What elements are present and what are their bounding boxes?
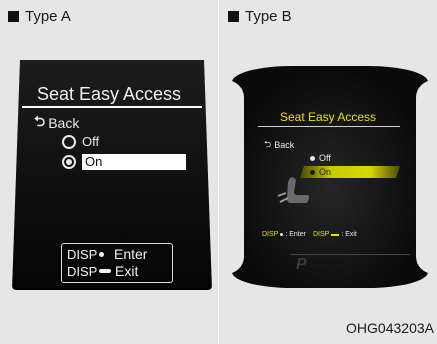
radio-unselected-icon bbox=[62, 134, 76, 149]
type-a-back-label: Back bbox=[48, 115, 80, 131]
legend-disp-label: DISP bbox=[67, 263, 98, 279]
seat-icon bbox=[277, 177, 310, 203]
radio-selected-icon bbox=[62, 155, 76, 169]
type-b-back-item[interactable]: ⮌ Back bbox=[264, 137, 294, 153]
legend-exit-label: Exit bbox=[115, 263, 139, 279]
type-a-button-legend: DISP Enter DISP Exit bbox=[61, 243, 173, 283]
type-b-back-label: Back bbox=[274, 140, 295, 150]
type-b-title-rule bbox=[258, 126, 400, 127]
figure-code: OHG043203A bbox=[346, 320, 434, 336]
square-bullet-icon bbox=[8, 11, 19, 22]
legend-disp-label: DISP bbox=[67, 246, 98, 262]
return-arrow-icon: ⮌ bbox=[34, 113, 46, 129]
type-a-back-item[interactable]: ⮌ Back bbox=[34, 111, 79, 135]
radio-dot-icon bbox=[310, 155, 315, 161]
type-a-heading: Type A bbox=[8, 8, 71, 25]
gear-position-indicator: P bbox=[296, 256, 307, 273]
short-press-dot-icon bbox=[99, 251, 104, 257]
return-arrow-icon: ⮌ bbox=[264, 139, 272, 149]
type-a-option-off[interactable]: Off bbox=[62, 134, 99, 149]
type-a-title: Seat Easy Access bbox=[36, 84, 182, 104]
type-a-label: Type A bbox=[25, 8, 71, 25]
type-b-title: Seat Easy Access bbox=[279, 110, 377, 124]
type-b-button-legend: DISP : Enter DISP : Exit bbox=[262, 231, 402, 238]
short-press-dot-icon bbox=[280, 233, 284, 236]
type-b-label: Type B bbox=[245, 8, 292, 25]
legend-enter-label: : Enter bbox=[285, 231, 306, 238]
long-press-bar-icon bbox=[99, 269, 111, 273]
type-b-on-label: On bbox=[319, 167, 332, 177]
radio-dot-icon bbox=[310, 169, 315, 175]
legend-enter-row: DISP Enter bbox=[67, 246, 169, 262]
type-b-option-off[interactable]: Off bbox=[310, 153, 331, 163]
legend-exit-row: DISP Exit bbox=[67, 263, 169, 279]
type-a-title-rule bbox=[22, 106, 202, 108]
panel-divider bbox=[218, 0, 219, 344]
legend-exit-label: : Exit bbox=[341, 231, 357, 238]
legend-enter-label: Enter bbox=[114, 246, 148, 262]
square-bullet-icon bbox=[228, 11, 239, 22]
type-b-off-label: Off bbox=[319, 153, 331, 163]
type-b-option-on[interactable]: On bbox=[310, 167, 331, 177]
long-press-bar-icon bbox=[331, 233, 340, 236]
legend-disp-label: DISP bbox=[312, 231, 330, 238]
type-b-heading: Type B bbox=[228, 8, 292, 25]
type-a-on-label: On bbox=[82, 154, 186, 170]
type-a-off-label: Off bbox=[82, 134, 100, 149]
type-a-option-on[interactable]: On bbox=[62, 154, 186, 170]
legend-disp-label: DISP bbox=[262, 231, 279, 238]
